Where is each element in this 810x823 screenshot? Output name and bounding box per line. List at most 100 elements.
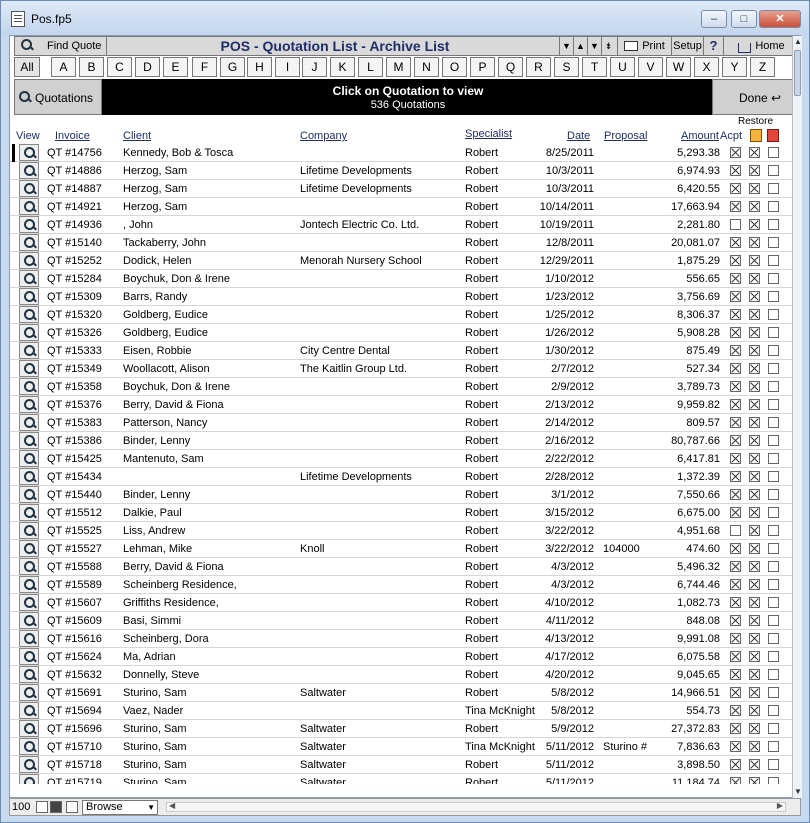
table-row[interactable]: QT #15333 Eisen, Robbie City Centre Dental…: [10, 342, 800, 360]
delete-checkbox[interactable]: [768, 435, 779, 446]
restore-checkbox[interactable]: [749, 651, 760, 662]
restore-checkbox[interactable]: [749, 615, 760, 626]
table-row[interactable]: QT #15527 Lehman, Mike Knoll Robert 104000 3/…: [10, 540, 800, 558]
quotations-button[interactable]: Quotations: [14, 79, 102, 115]
delete-checkbox[interactable]: [768, 723, 779, 734]
last-record-icon[interactable]: ⇟: [601, 37, 615, 55]
accept-checkbox[interactable]: [730, 237, 741, 248]
restore-checkbox[interactable]: [749, 633, 760, 644]
accept-checkbox[interactable]: [730, 291, 741, 302]
delete-checkbox[interactable]: [768, 399, 779, 410]
restore-checkbox[interactable]: [749, 597, 760, 608]
filter-all-button[interactable]: All: [14, 57, 40, 77]
accept-checkbox[interactable]: [730, 219, 741, 230]
delete-checkbox[interactable]: [768, 453, 779, 464]
filter-letter-button[interactable]: Y: [722, 57, 747, 77]
accept-checkbox[interactable]: [730, 597, 741, 608]
view-button[interactable]: [19, 540, 39, 557]
table-row[interactable]: QT #15512 Dalkie, Paul Robert 3/15/2012 6,67…: [10, 504, 800, 522]
print-button[interactable]: Print: [617, 37, 671, 55]
restore-checkbox[interactable]: [749, 291, 760, 302]
restore-checkbox[interactable]: [749, 561, 760, 572]
filter-letter-button[interactable]: J: [302, 57, 327, 77]
scroll-right-icon[interactable]: ▶: [777, 801, 783, 810]
delete-checkbox[interactable]: [768, 543, 779, 554]
filter-letter-button[interactable]: T: [582, 57, 607, 77]
delete-checkbox[interactable]: [768, 219, 779, 230]
view-button[interactable]: [19, 306, 39, 323]
view-button[interactable]: [19, 162, 39, 179]
table-row[interactable]: QT #15349 Woollacott, Alison The Kaitlin G…: [10, 360, 800, 378]
delete-checkbox[interactable]: [768, 741, 779, 752]
view-button[interactable]: [19, 702, 39, 719]
view-button[interactable]: [19, 342, 39, 359]
delete-checkbox[interactable]: [768, 705, 779, 716]
delete-checkbox[interactable]: [768, 489, 779, 500]
minimize-button[interactable]: –: [701, 10, 727, 28]
restore-checkbox[interactable]: [749, 759, 760, 770]
view-button[interactable]: [19, 414, 39, 431]
previous-record-icon[interactable]: ▲: [573, 37, 587, 55]
delete-checkbox[interactable]: [768, 507, 779, 518]
accept-checkbox[interactable]: [730, 201, 741, 212]
delete-checkbox[interactable]: [768, 597, 779, 608]
restore-checkbox[interactable]: [749, 777, 760, 784]
accept-checkbox[interactable]: [730, 147, 741, 158]
accept-checkbox[interactable]: [730, 705, 741, 716]
table-row[interactable]: QT #14887 Herzog, Sam Lifetime Development…: [10, 180, 800, 198]
filter-letter-button[interactable]: A: [51, 57, 76, 77]
filter-letter-button[interactable]: G: [220, 57, 245, 77]
delete-checkbox[interactable]: [768, 633, 779, 644]
view-button[interactable]: [19, 396, 39, 413]
table-row[interactable]: QT #15252 Dodick, Helen Menorah Nursery Sc…: [10, 252, 800, 270]
filter-letter-button[interactable]: H: [247, 57, 272, 77]
accept-checkbox[interactable]: [730, 381, 741, 392]
restore-checkbox[interactable]: [749, 147, 760, 158]
restore-checkbox[interactable]: [749, 381, 760, 392]
accept-checkbox[interactable]: [730, 669, 741, 680]
view-button[interactable]: [19, 648, 39, 665]
table-row[interactable]: QT #15440 Binder, Lenny Robert 3/1/2012 7,55…: [10, 486, 800, 504]
view-button[interactable]: [19, 720, 39, 737]
table-row[interactable]: QT #15624 Ma, Adrian Robert 4/17/2012 6,075.…: [10, 648, 800, 666]
delete-checkbox[interactable]: [768, 309, 779, 320]
view-button[interactable]: [19, 288, 39, 305]
view-button[interactable]: [19, 252, 39, 269]
mode-select[interactable]: Browse ▼: [82, 800, 158, 815]
view-button[interactable]: [19, 612, 39, 629]
filter-letter-button[interactable]: L: [358, 57, 383, 77]
header-company[interactable]: Company: [300, 130, 347, 142]
setup-button[interactable]: Setup: [671, 37, 703, 55]
filter-letter-button[interactable]: X: [694, 57, 719, 77]
accept-checkbox[interactable]: [730, 183, 741, 194]
restore-checkbox[interactable]: [749, 165, 760, 176]
restore-checkbox[interactable]: [749, 363, 760, 374]
filter-letter-button[interactable]: S: [554, 57, 579, 77]
accept-checkbox[interactable]: [730, 615, 741, 626]
accept-checkbox[interactable]: [730, 561, 741, 572]
home-button[interactable]: Home: [723, 37, 799, 55]
table-row[interactable]: QT #15632 Donnelly, Steve Robert 4/20/2012 9…: [10, 666, 800, 684]
restore-checkbox[interactable]: [749, 669, 760, 680]
horizontal-scrollbar[interactable]: ◀ ▶: [166, 801, 786, 812]
table-row[interactable]: QT #15525 Liss, Andrew Robert 3/22/2012 4,95…: [10, 522, 800, 540]
table-row[interactable]: QT #15326 Goldberg, Eudice Robert 1/26/2012…: [10, 324, 800, 342]
status-area-icon[interactable]: [66, 801, 78, 813]
accept-checkbox[interactable]: [730, 417, 741, 428]
delete-checkbox[interactable]: [768, 201, 779, 212]
delete-checkbox[interactable]: [768, 777, 779, 784]
view-button[interactable]: [19, 324, 39, 341]
table-row[interactable]: QT #15309 Barrs, Randy Robert 1/23/2012 3,75…: [10, 288, 800, 306]
restore-checkbox[interactable]: [749, 489, 760, 500]
view-button[interactable]: [19, 666, 39, 683]
view-button[interactable]: [19, 234, 39, 251]
delete-checkbox[interactable]: [768, 183, 779, 194]
accept-checkbox[interactable]: [730, 777, 741, 784]
filter-letter-button[interactable]: K: [330, 57, 355, 77]
delete-checkbox[interactable]: [768, 381, 779, 392]
accept-checkbox[interactable]: [730, 309, 741, 320]
sort-dropdown-icon[interactable]: ▼: [559, 37, 573, 55]
accept-checkbox[interactable]: [730, 525, 741, 536]
view-button[interactable]: [19, 486, 39, 503]
table-row[interactable]: QT #15588 Berry, David & Fiona Robert 4/3/2…: [10, 558, 800, 576]
